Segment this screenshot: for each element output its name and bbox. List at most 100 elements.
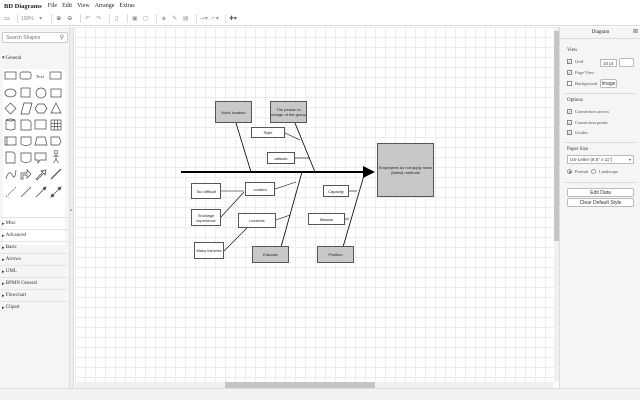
palette-arrows[interactable]: ▸ Arrows [0,253,70,265]
portrait-label: Portrait [575,169,589,174]
fishbone-connectors [181,122,375,252]
line-shape [20,186,32,198]
page-view-toggle[interactable]: ✓ Page View [567,70,594,75]
palette-uml[interactable]: ▸ UML [0,265,70,277]
menu-extras[interactable]: Extras [119,3,134,9]
effect-box[interactable]: Employees do not apply news (latest) met… [377,143,434,197]
paper-size-select[interactable]: US-Letter (8.5" x 11") ▾ [567,155,634,164]
connection-points-checkbox[interactable]: ✓ [567,120,572,125]
cause-too-difficult[interactable]: Too difficult [191,183,221,199]
grid-color-button[interactable] [619,58,634,67]
insert-icon[interactable]: ✚▾ [229,14,237,24]
menu-edit[interactable]: Edit [62,3,72,9]
text-shape: Text [36,74,45,79]
rounded-rectangle-shape [19,71,32,80]
tab-diagram[interactable]: Diagram ⊠ [560,27,640,39]
search-icon[interactable]: ⚲ [60,34,64,41]
cause-shortage-experience[interactable]: Shortage experience [191,209,221,226]
menu-file[interactable]: File [48,3,57,9]
menu-bar: BD Diagrams File Edit View Arrange Extra… [0,0,640,12]
search-box[interactable]: ⚲ [2,32,68,43]
cause-attitude[interactable]: attitude [267,152,295,164]
note-shape [20,119,32,131]
search-input[interactable] [6,34,58,41]
page-view-checkbox[interactable]: ✓ [567,70,572,75]
background-checkbox[interactable] [567,81,572,86]
to-front-icon[interactable]: ▣ [131,14,139,24]
edit-data-button[interactable]: Edit Data [567,188,634,197]
landscape-option[interactable]: Landscape [591,169,618,174]
zoom-out-icon[interactable]: ⊖ [66,14,74,24]
sidebar-splitter[interactable]: ◂ [70,27,74,388]
grid-toggle[interactable]: ✓ Grid [567,59,583,64]
trapezoid-shape [34,136,48,146]
to-back-icon[interactable]: ▢ [142,14,150,24]
palette-clipart[interactable]: ▸ Clipart [0,301,70,313]
category-position[interactable]: Position [317,246,354,263]
thick-line-shape [50,168,62,180]
chevron-down-icon[interactable]: ▾ [37,14,45,24]
twig-style [284,132,301,141]
connection-arrows-checkbox[interactable]: ✓ [567,109,572,114]
palette-advanced[interactable]: ▸ Advanced [0,229,70,241]
menu-arrange[interactable]: Arrange [95,3,115,9]
category-person-in-charge[interactable]: The person in charge of the group [270,101,307,123]
tape-shape [4,136,17,146]
palette-general-header[interactable]: ▾ General [0,53,70,63]
delete-icon[interactable]: ▯ [113,14,121,24]
portrait-option[interactable]: Portrait [567,169,589,174]
zoom-in-icon[interactable]: ⊕ [55,14,63,24]
landscape-radio[interactable] [591,169,596,174]
guides-toggle[interactable]: ✓ Guides [567,130,588,135]
palette-bpmn-general[interactable]: ▸ BPMN General [0,277,70,289]
grid-checkbox[interactable]: ✓ [567,59,572,64]
fill-color-icon[interactable]: ◈ [160,14,168,24]
palette-label: Misc [5,221,16,226]
cause-capacity[interactable]: Capacity [323,185,349,197]
shapes-sidebar: ⚲ ▾ General Text [0,27,70,388]
circle-shape [35,87,47,99]
waypoints-icon[interactable]: ⌐▾ [211,14,219,24]
cause-many-theories[interactable]: Many theories [194,242,224,259]
guides-checkbox[interactable]: ✓ [567,130,572,135]
category-educate[interactable]: Educate [252,246,289,263]
hexagon-shape [34,103,48,114]
cause-style[interactable]: Style [251,127,285,138]
connection-icon[interactable]: →▾ [200,14,208,24]
chevron-right-icon: ▸ [2,221,5,227]
palette-misc[interactable]: ▸ Misc [0,217,70,229]
collapse-arrow-icon[interactable]: ◂ [70,207,72,212]
zoom-level[interactable]: 100% [21,16,34,22]
undo-icon[interactable]: ↶ [84,14,92,24]
background-toggle[interactable]: Background [567,81,597,86]
guides-label: Guides [575,130,588,135]
category-work-location[interactable]: Work location [215,101,252,123]
toolbar-divider [50,14,52,23]
palette-basic[interactable]: ▸ Basic [0,241,70,253]
toolbar: ▭ 100% ▾ ⊕ ⊖ ↶ ↷ ▯ ▣ ▢ ◈ ✎ ▤ →▾ ⌐▾ ✚▾ [0,12,640,26]
palette-flowchart[interactable]: ▸ Flowchart [0,289,70,301]
image-button[interactable]: Image [600,79,617,88]
portrait-radio[interactable] [567,169,572,174]
cause-content[interactable]: content [245,182,275,196]
shadow-icon[interactable]: ▤ [182,14,190,24]
redo-icon[interactable]: ↷ [95,14,103,24]
cause-mission[interactable]: Mission [308,213,345,225]
clear-default-style-button[interactable]: Clear Default Style [567,198,634,207]
cause-lectures[interactable]: Lectures [238,213,276,228]
grid-size-input[interactable]: 10 pt [600,59,617,67]
menu-view[interactable]: View [77,3,90,9]
connection-arrows-toggle[interactable]: ✓ Connection arrows [567,109,609,114]
palette-label: Basic [5,245,17,250]
line-color-icon[interactable]: ✎ [171,14,179,24]
toolbar-divider [195,14,197,23]
palette-label: UML [5,269,17,274]
connection-points-toggle[interactable]: ✓ Connection points [567,120,608,125]
triangle-shape [50,102,62,114]
section-divider [564,93,637,94]
process-shape [50,88,62,98]
close-icon[interactable]: ⊠ [633,28,638,35]
page-format-icon[interactable]: ▭ [3,14,11,24]
wave-shape [20,152,32,163]
diagram-canvas[interactable]: Employees do not apply news (latest) met… [75,27,554,382]
